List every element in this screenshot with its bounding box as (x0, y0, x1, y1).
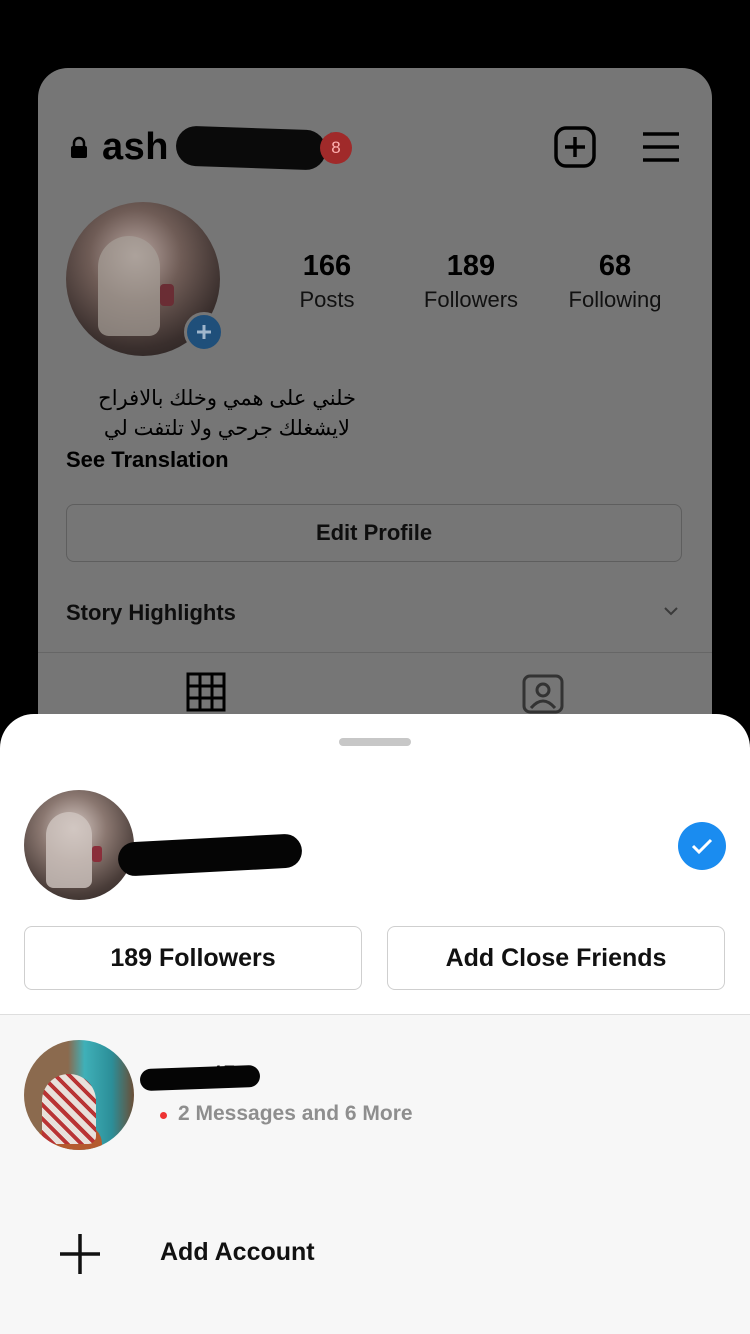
other-account-status: 2 Messages and 6 More (178, 1102, 413, 1125)
bio-line-1: خلني على همي وخلك بالافراح (98, 387, 356, 410)
other-account-avatar (24, 1040, 134, 1150)
other-account-row[interactable]: _454 2 Messages and 6 More (0, 1014, 750, 1176)
sheet-drag-handle[interactable] (339, 738, 411, 746)
current-account-avatar (24, 790, 134, 900)
story-highlights-label[interactable]: Story Highlights (66, 600, 236, 626)
new-post-icon[interactable] (554, 126, 596, 168)
selected-checkmark-icon (678, 822, 726, 870)
profile-card: ash4 8 166 Posts 189 Followers 68 Follow… (38, 68, 712, 768)
following-label: Following (568, 287, 662, 312)
posts-label: Posts (299, 287, 355, 312)
following-count: 68 (598, 250, 632, 282)
edit-profile-button[interactable]: Edit Profile (66, 504, 682, 562)
tagged-tab-icon[interactable] (522, 672, 564, 714)
hamburger-menu-icon[interactable] (640, 126, 682, 168)
plus-icon[interactable] (60, 1234, 100, 1274)
grid-tab-icon[interactable] (186, 672, 226, 712)
posts-count: 166 (302, 250, 352, 282)
chevron-down-icon[interactable] (662, 602, 680, 620)
bio-line-2: لايشغلك جرحي ولا تلتفت لي (103, 417, 350, 440)
followers-label: Followers (423, 287, 519, 312)
unread-dot-icon (160, 1112, 167, 1119)
add-close-friends-button[interactable]: Add Close Friends (387, 926, 725, 990)
following-stat[interactable]: 68 Following (550, 250, 680, 313)
see-translation-link[interactable]: See Translation (66, 447, 229, 473)
lock-icon (71, 136, 87, 158)
followers-button[interactable]: 189 Followers (24, 926, 362, 990)
followers-count: 189 (446, 250, 496, 282)
notification-badge: 8 (320, 132, 352, 164)
add-story-plus-icon[interactable] (184, 312, 224, 352)
account-switcher-sheet: 54 189 Followers Add Close Friends _454 … (0, 714, 750, 1334)
username-redaction (175, 125, 327, 171)
tabs-divider (38, 652, 712, 653)
followers-stat[interactable]: 189 Followers (406, 250, 536, 313)
posts-stat[interactable]: 166 Posts (262, 250, 392, 313)
other-account-name-redaction (139, 1064, 261, 1092)
add-account-button[interactable]: Add Account (160, 1238, 315, 1267)
current-account-name-redaction (117, 833, 303, 877)
add-account-row-bg (0, 1174, 750, 1334)
